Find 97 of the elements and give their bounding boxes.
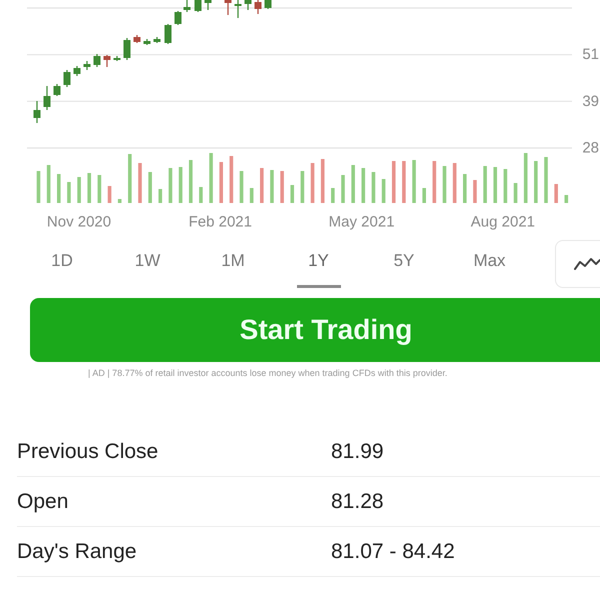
y-axis-label: 51 [582,46,599,64]
start-trading-button[interactable]: Start Trading [30,298,600,362]
volume-bar [341,175,345,203]
stat-value: 81.28 [331,490,384,514]
volume-bar [219,162,223,203]
volume-bar [402,161,406,203]
volume-bar [372,172,376,203]
candlestick [74,66,80,76]
y-axis-label: 28 [582,140,599,156]
volume-bar [168,168,172,203]
stat-label: Previous Close [17,440,160,464]
volume-bar [554,184,558,203]
volume-bar [118,199,122,203]
stat-label: Open [17,490,70,514]
candlestick [194,0,202,12]
volume-bar [158,189,162,203]
range-tab[interactable]: 1D [40,240,84,288]
x-axis-label: Feb 2021 [188,214,252,230]
volume-bar [392,161,396,203]
volume-bar [463,174,467,203]
volume-bar [483,166,487,203]
volume-bar [57,174,61,203]
stat-label: Day's Range [17,540,138,564]
stat-value: 81.99 [331,440,384,464]
candlestick [134,35,140,43]
candlestick [84,61,90,70]
volume-bar [148,172,152,203]
volume-bar [128,154,132,203]
volume-bar [87,173,92,203]
y-axis-label: 39 [582,92,599,110]
volume-bar [351,165,355,203]
candlestick [234,0,242,18]
range-tab[interactable]: 1W [126,240,170,288]
volume-bar [108,186,112,203]
candlestick [244,0,252,10]
volume-bar [240,171,244,203]
range-tab[interactable]: Max [468,240,512,288]
line-chart-icon [574,257,600,271]
volume-bar [524,153,528,203]
range-tab[interactable]: 1Y [296,240,340,288]
candlestick [204,0,212,10]
candlestick [104,55,110,67]
volume-bar [98,175,102,203]
volume-bar [178,167,182,203]
volume-bar [270,170,274,203]
chart-type-button[interactable] [555,240,600,288]
volume-bar [514,183,518,203]
stat-value: 81.07 - 84.42 [331,540,455,564]
volume-bar [199,187,203,203]
volume-bar [473,180,477,203]
volume-bar [544,157,548,203]
volume-bar [493,167,498,203]
candlestick [254,0,262,14]
volume-bar [280,171,284,203]
candlestick [224,0,232,15]
volume-bar [138,163,142,203]
volume-bar [260,168,264,203]
volume-bar [67,182,71,203]
volume-bar [564,195,568,203]
candlestick [64,70,70,87]
volume-bar [422,188,426,203]
candlestick [94,54,100,67]
volume-bar [230,156,234,203]
volume-bar [209,153,213,203]
volume-bar [250,188,254,203]
risk-disclaimer: | AD | 78.77% of retail investor accounts lose money when trading CFDs with this provider. [88,367,448,379]
volume-bar [77,177,81,203]
x-axis-label: Nov 2020 [46,214,112,230]
volume-bar [46,165,50,203]
volume-bar [504,169,508,203]
volume-bar [362,168,366,203]
volume-bar [290,185,294,203]
candlestick [174,11,182,25]
x-axis-label: May 2021 [328,214,395,230]
volume-bar [331,188,335,203]
volume-bar [36,171,40,203]
volume-bar [412,160,416,203]
volume-bar [320,159,324,203]
volume-bar [300,171,304,203]
volume-bar [534,161,538,203]
volume-bar [452,163,456,203]
volume-bar [442,166,446,203]
volume-bar [432,161,436,203]
range-tab[interactable]: 5Y [382,240,426,288]
volume-bar [188,160,193,203]
candlestick [184,0,190,12]
x-axis-label: Aug 2021 [470,214,536,230]
candlestick [44,86,50,110]
candlestick [114,56,120,61]
candlestick [34,101,40,123]
volume-bar [382,179,386,203]
candlestick [54,84,60,96]
candlestick [164,24,172,44]
candlestick [124,38,130,60]
range-tab[interactable]: 1M [211,240,255,288]
candlestick [264,0,272,9]
volume-bar [310,163,314,203]
